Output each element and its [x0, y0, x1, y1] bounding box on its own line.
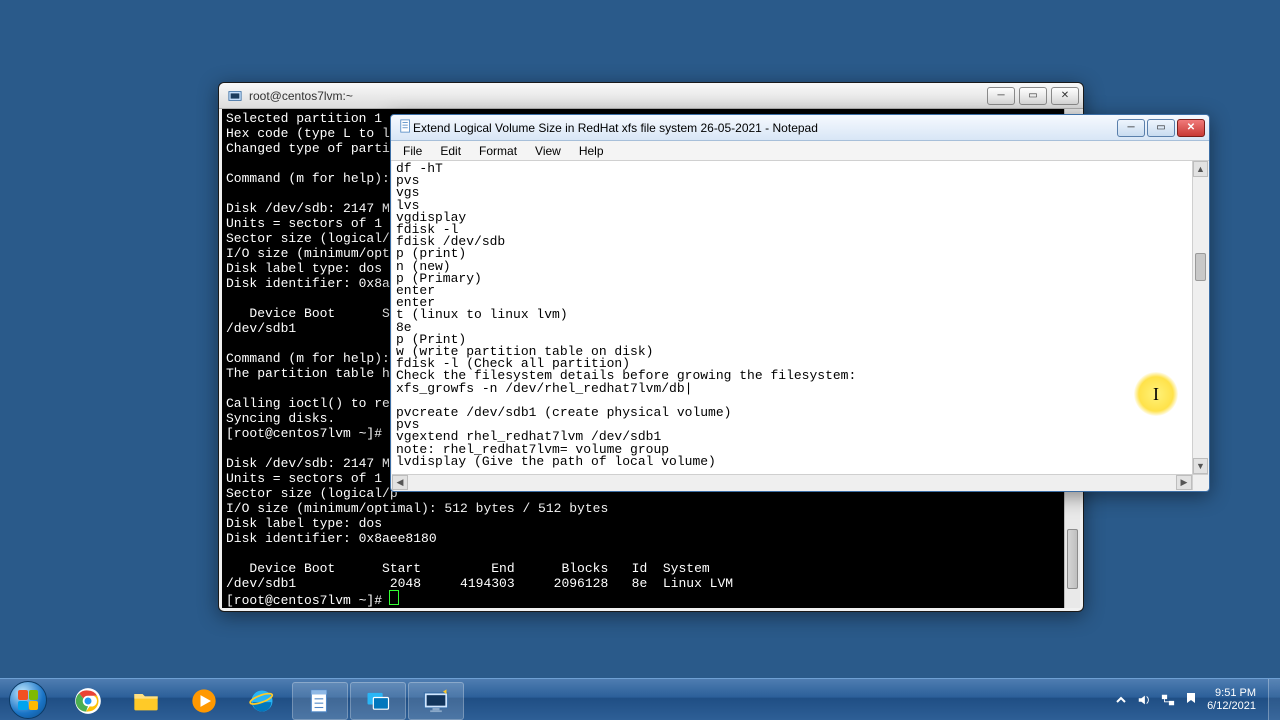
windows-logo-icon [9, 681, 47, 719]
hscroll-right-icon[interactable]: ▶ [1176, 475, 1192, 490]
vmware-icon [363, 686, 393, 716]
vscroll-up-icon[interactable]: ▲ [1193, 161, 1208, 177]
chrome-icon [73, 686, 103, 716]
hscroll-left-icon[interactable]: ◀ [392, 475, 408, 490]
notepad-titlebar[interactable]: Extend Logical Volume Size in RedHat xfs… [391, 115, 1209, 141]
menu-edit[interactable]: Edit [432, 142, 469, 160]
terminal-close-button[interactable]: ✕ [1051, 87, 1079, 105]
putty-icon [227, 88, 243, 104]
notepad-vscrollbar[interactable]: ▲ ▼ [1192, 161, 1208, 474]
notepad-taskbar-icon [305, 686, 335, 716]
notepad-icon [399, 119, 413, 136]
taskbar-ie[interactable] [234, 682, 290, 720]
taskbar-chrome[interactable] [60, 682, 116, 720]
tray-volume-icon[interactable] [1137, 693, 1151, 707]
menu-help[interactable]: Help [571, 142, 612, 160]
notepad-close-button[interactable]: ✕ [1177, 119, 1205, 137]
terminal-scrollbar-thumb[interactable] [1067, 529, 1078, 589]
taskbar: 9:51 PM 6/12/2021 [0, 678, 1280, 720]
taskbar-mediaplayer[interactable] [176, 682, 232, 720]
taskbar-pinned [56, 679, 468, 720]
tray-chevron-icon[interactable] [1115, 694, 1127, 706]
clock-time: 9:51 PM [1215, 687, 1256, 700]
notepad-window[interactable]: Extend Logical Volume Size in RedHat xfs… [390, 114, 1210, 492]
notepad-menubar: File Edit Format View Help [391, 141, 1209, 161]
taskbar-putty[interactable] [408, 682, 464, 720]
notepad-title: Extend Logical Volume Size in RedHat xfs… [413, 121, 1117, 135]
menu-view[interactable]: View [527, 142, 569, 160]
cursor-highlight [1134, 372, 1178, 416]
notepad-hscrollbar[interactable]: ◀ ▶ [392, 474, 1192, 490]
notepad-text-area[interactable]: df -hT pvs vgs lvs vgdisplay fdisk -l fd… [392, 161, 1192, 474]
taskbar-vmware[interactable] [350, 682, 406, 720]
terminal-maximize-button[interactable]: ▭ [1019, 87, 1047, 105]
tray-action-icon[interactable] [1185, 693, 1197, 707]
terminal-cursor [390, 591, 398, 604]
vscroll-down-icon[interactable]: ▼ [1193, 458, 1208, 474]
terminal-titlebar[interactable]: root@centos7lvm:~ ─ ▭ ✕ [219, 83, 1083, 109]
terminal-minimize-button[interactable]: ─ [987, 87, 1015, 105]
putty-taskbar-icon [421, 686, 451, 716]
menu-format[interactable]: Format [471, 142, 525, 160]
show-desktop-button[interactable] [1268, 679, 1280, 720]
vscroll-thumb[interactable] [1195, 253, 1206, 281]
system-tray: 9:51 PM 6/12/2021 [1107, 679, 1268, 720]
notepad-minimize-button[interactable]: ─ [1117, 119, 1145, 137]
terminal-title: root@centos7lvm:~ [249, 89, 987, 103]
mediaplayer-icon [189, 686, 219, 716]
taskbar-notepad[interactable] [292, 682, 348, 720]
menu-file[interactable]: File [395, 142, 430, 160]
taskbar-explorer[interactable] [118, 682, 174, 720]
start-button[interactable] [0, 679, 56, 720]
clock-date: 6/12/2021 [1207, 700, 1256, 713]
notepad-maximize-button[interactable]: ▭ [1147, 119, 1175, 137]
taskbar-clock[interactable]: 9:51 PM 6/12/2021 [1207, 687, 1256, 713]
scroll-corner [1192, 474, 1208, 490]
tray-network-icon[interactable] [1161, 693, 1175, 707]
folder-icon [131, 686, 161, 716]
ie-icon [247, 686, 277, 716]
